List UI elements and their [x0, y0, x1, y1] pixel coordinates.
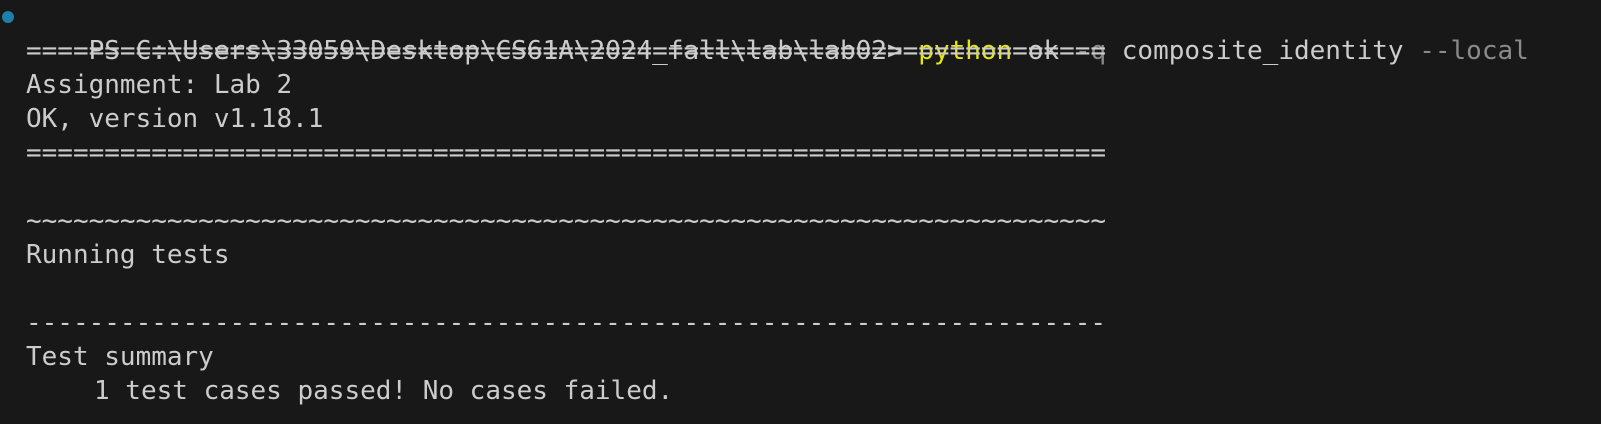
separator-dash: ----------------------------------------…: [26, 308, 1107, 338]
command-line: PS C:\Users\33059\Desktop\CS61A\2024_fal…: [0, 0, 1601, 66]
test-result-line: 1 test cases passed! No cases failed.: [94, 376, 674, 406]
test-summary-line: Test summary: [26, 342, 214, 372]
separator-tilde: ~~~~~~~~~~~~~~~~~~~~~~~~~~~~~~~~~~~~~~~~…: [26, 206, 1107, 236]
running-tests-line: Running tests: [26, 240, 230, 270]
terminal-panel[interactable]: PS C:\Users\33059\Desktop\CS61A\2024_fal…: [0, 0, 1601, 424]
command-status-decorator-icon[interactable]: [2, 11, 14, 23]
separator-equals-bottom: ========================================…: [26, 138, 1107, 168]
separator-equals-top: ========================================…: [26, 36, 1107, 66]
assignment-line: Assignment: Lab 2: [26, 70, 293, 100]
version-line: OK, version v1.18.1: [26, 104, 324, 134]
